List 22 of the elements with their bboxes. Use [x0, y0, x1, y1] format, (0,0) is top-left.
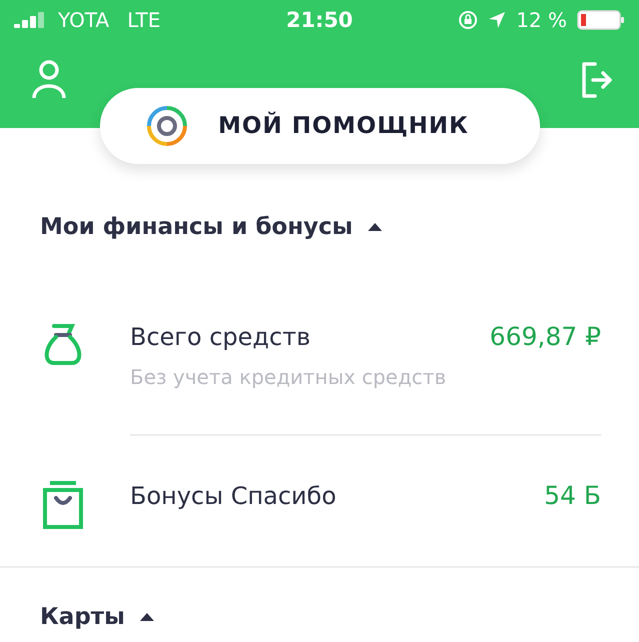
item-title: Бонусы Спасибо: [130, 482, 336, 510]
item-amount: 669,87 ₽: [490, 322, 601, 351]
profile-icon[interactable]: [32, 60, 66, 100]
carrier-name: YOTA: [58, 8, 110, 32]
money-bag-icon: [42, 322, 84, 366]
shopping-bag-icon: [42, 481, 84, 529]
battery-icon: [577, 10, 626, 30]
section-header[interactable]: Карты: [40, 604, 155, 630]
assistant-ring-icon: [146, 105, 188, 147]
location-arrow-icon: [488, 11, 506, 29]
rotation-lock-icon: [458, 10, 478, 30]
network-type: LTE: [127, 8, 160, 32]
item-subtitle: Без учета кредитных средств: [130, 365, 448, 389]
logout-icon[interactable]: [581, 62, 613, 98]
item-title: Всего средств: [130, 322, 310, 350]
caret-icon: [138, 612, 155, 622]
clock-time: 21:50: [286, 8, 353, 32]
caret-icon: [366, 222, 383, 232]
battery-percent: 12 %: [516, 8, 568, 32]
assistant-button[interactable]: МОЙ ПОМОЩНИК: [100, 88, 540, 164]
section-header[interactable]: Мои финансы и бонусы: [40, 214, 383, 240]
item-amount: 54 Б: [544, 481, 601, 510]
